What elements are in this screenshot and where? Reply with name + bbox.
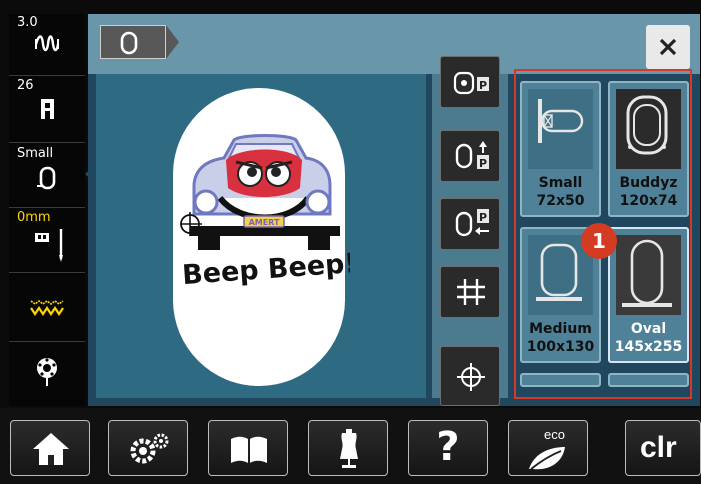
rail-divider [9, 142, 85, 143]
tutorial-button[interactable] [208, 420, 288, 476]
small-hoop-icon [528, 89, 593, 169]
rail-bobbin[interactable] [9, 344, 85, 404]
hoop-selection-panel: AMERT Beep Beep! P P P Small 72x50 Buddy… [88, 14, 700, 406]
rail-divider [9, 207, 85, 208]
feed-dog-icon [29, 298, 64, 322]
home-icon [33, 433, 69, 465]
center-crosshair-icon [457, 363, 485, 391]
hoop-tab-arrow [166, 25, 179, 59]
hoop-outline-icon [119, 31, 139, 55]
rail-divider [9, 272, 85, 273]
hoop-park-up-button[interactable]: P [440, 130, 500, 182]
grid-button[interactable] [440, 266, 500, 318]
help-button[interactable]: ? [408, 420, 488, 476]
home-button[interactable] [10, 420, 90, 476]
oval-hoop-icon [616, 235, 681, 315]
svg-text:P: P [479, 79, 487, 92]
settings-icon [130, 433, 169, 464]
panel-titlebar [88, 14, 700, 74]
rail-needle-position[interactable]: 0mm [9, 209, 85, 269]
hoop-park-back-button[interactable]: P [440, 198, 500, 250]
help-icon: ? [436, 424, 460, 470]
design-badge-text: AMERT [249, 218, 280, 227]
needle-position-icon [33, 227, 63, 262]
grid-icon [457, 279, 485, 305]
left-status-rail: 3.0 26 Small 0mm [9, 14, 85, 406]
hoop-option-oval-selected[interactable]: Oval 145x255 [608, 227, 689, 363]
rail-presser-foot-value: 26 [17, 78, 34, 93]
eco-label: eco [544, 427, 565, 442]
creative-consultant-button[interactable] [308, 420, 388, 476]
rail-hoop-value: Small [17, 146, 54, 161]
embroidery-design: AMERT Beep Beep! [180, 134, 350, 291]
close-icon [659, 38, 677, 56]
rail-presser-foot[interactable]: 26 [9, 77, 85, 141]
embroidery-canvas[interactable]: AMERT Beep Beep! [96, 74, 426, 398]
close-button[interactable] [646, 25, 690, 69]
hoop-option-buddyz[interactable]: Buddyz 120x74 [608, 81, 689, 217]
hoop-option-partial[interactable] [608, 373, 689, 387]
hoop-size: 120x74 [619, 193, 678, 209]
eco-button[interactable]: eco [508, 420, 588, 476]
buddyz-hoop-icon [616, 89, 681, 169]
sewing-machine-screen: 3.0 26 Small 0mm AMERT Beep Beep! P P P … [0, 0, 701, 484]
hoop-positions-button[interactable]: P [440, 56, 500, 108]
hoop-positions-icon: P [453, 71, 489, 95]
hoop-size: 145x255 [614, 339, 683, 355]
clear-icon: clr [640, 431, 677, 464]
hoop-name: Buddyz [619, 175, 678, 191]
hoop-option-partial[interactable] [520, 373, 601, 387]
hoop-option-small[interactable]: Small 72x50 [520, 81, 601, 217]
hoop-size: 72x50 [536, 193, 585, 209]
hoop-name: Small [538, 175, 583, 191]
center-crosshair-button[interactable] [440, 346, 500, 406]
stitch-width-icon [33, 30, 61, 54]
setup-button[interactable] [108, 420, 188, 476]
presser-foot-icon [33, 97, 61, 121]
rail-stitch-width-value: 3.0 [17, 15, 38, 30]
bottom-toolbar: ? eco clr [0, 408, 701, 484]
hoop-name: Medium [529, 321, 592, 337]
eco-leaf-icon [529, 447, 565, 470]
rail-needle-position-value: 0mm [17, 210, 51, 225]
svg-text:P: P [479, 157, 487, 170]
rail-divider [9, 75, 85, 76]
callout-marker: 1 [581, 223, 617, 259]
hoop-icon [33, 165, 61, 190]
tool-column: P P P [432, 56, 508, 406]
bobbin-icon [33, 354, 61, 386]
hoop-park-up-icon: P [455, 141, 489, 170]
rail-hoop[interactable]: Small [9, 145, 85, 205]
hoop-name: Oval [630, 321, 667, 337]
svg-text:P: P [479, 211, 487, 224]
rail-divider [9, 341, 85, 342]
hoop-tab[interactable] [100, 25, 166, 59]
rail-stitch-width[interactable]: 3.0 [9, 14, 85, 72]
design-slogan-text: Beep Beep! [181, 248, 350, 291]
clear-button[interactable]: clr [625, 420, 701, 476]
rail-feed-dog[interactable] [9, 276, 85, 336]
dress-form-icon [340, 429, 358, 468]
hoop-park-back-icon: P [455, 209, 489, 237]
hoop-size: 100x130 [526, 339, 595, 355]
tutorial-book-icon [231, 436, 267, 463]
